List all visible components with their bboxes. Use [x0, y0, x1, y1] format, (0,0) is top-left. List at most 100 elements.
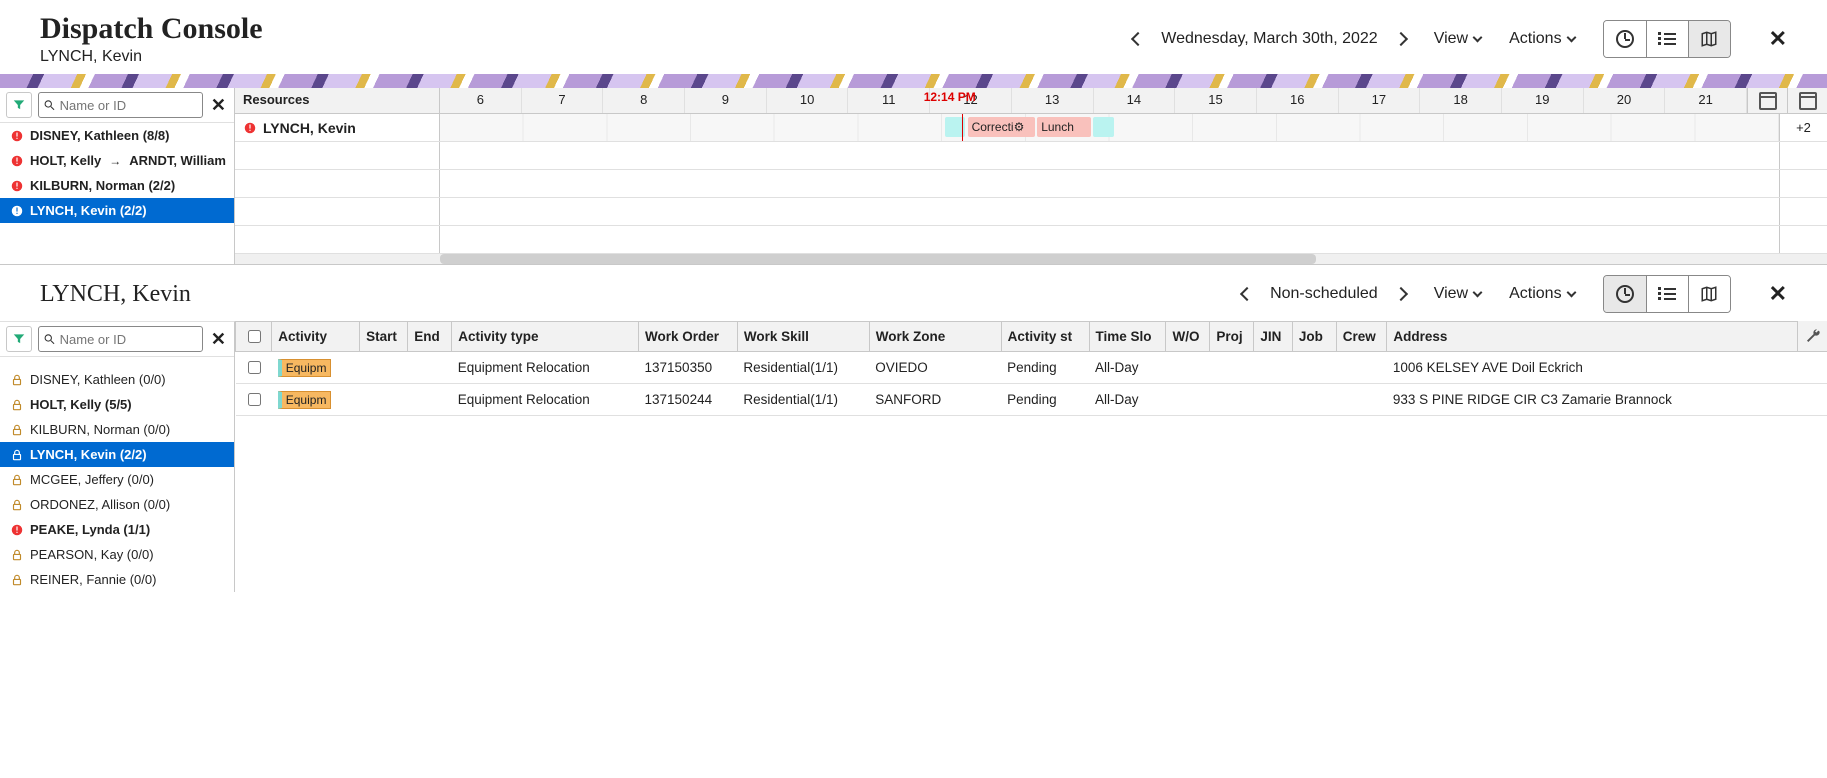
panel2-close-button[interactable]: ✕ [1769, 281, 1787, 307]
prev-day-button[interactable] [1131, 32, 1145, 46]
column-header[interactable]: Work Skill [737, 322, 869, 352]
map-view-button[interactable] [1688, 21, 1730, 57]
gantt-activity-block[interactable]: Lunch [1037, 117, 1091, 137]
resource-item-label: DISNEY, Kathleen (0/0) [30, 372, 166, 387]
panel2-view-menu-label: View [1434, 285, 1468, 303]
gantt-empty-row [235, 142, 1827, 170]
gantt-row: LYNCH, Kevin Correcti ⚙Lunch +2 [235, 114, 1827, 142]
gantt-empty-row [235, 198, 1827, 226]
column-header[interactable]: Address [1387, 322, 1827, 352]
cell-work-order: 137150244 [639, 384, 738, 416]
table-row[interactable]: EquipmEquipment Relocation137150244Resid… [236, 384, 1827, 416]
resource-item[interactable]: DISNEY, Kathleen (8/8) [0, 123, 234, 148]
resource-item-label: REINER, Fannie (0/0) [30, 572, 156, 587]
resource-item[interactable]: ORDONEZ, Allison (0/0) [0, 492, 234, 517]
column-header[interactable]: Work Zone [869, 322, 1001, 352]
select-all-checkbox[interactable] [248, 330, 261, 343]
cell-address: 1006 KELSEY AVE Doil Eckrich [1387, 352, 1827, 384]
gantt-hour: 21 [1665, 88, 1747, 113]
column-header[interactable]: Activity type [452, 322, 639, 352]
gantt-h-scrollbar[interactable] [235, 254, 1827, 264]
column-header[interactable]: Start [360, 322, 408, 352]
cell-work-zone: SANFORD [869, 384, 1001, 416]
gantt-cells[interactable]: Correcti ⚙Lunch [440, 114, 1779, 141]
resource-item[interactable]: LYNCH, Kevin (2/2) [0, 442, 234, 467]
resource-item[interactable]: MCGEE, Jeffery (0/0) [0, 467, 234, 492]
resource-item-label: DISNEY, Kathleen (8/8) [30, 128, 169, 143]
panel2-list-view-button[interactable] [1646, 276, 1688, 312]
gantt-overflow[interactable]: +2 [1779, 114, 1827, 141]
column-header[interactable]: Activity [272, 322, 360, 352]
column-header[interactable]: Work Order [639, 322, 738, 352]
list-icon [1658, 287, 1676, 301]
filter-button[interactable] [6, 92, 32, 118]
panel2-time-view-button[interactable] [1604, 276, 1646, 312]
panel2-map-view-button[interactable] [1688, 276, 1730, 312]
panel2-actions-menu-label: Actions [1509, 285, 1561, 303]
list-view-button[interactable] [1646, 21, 1688, 57]
resource-item[interactable]: REINER, Fannie (0/0) [0, 567, 234, 592]
resource-item [0, 357, 234, 367]
gantt-activity-block[interactable]: Correcti ⚙ [968, 117, 1035, 137]
resource-item[interactable]: KILBURN, Norman (2/2) [0, 173, 234, 198]
panel2-filter-button[interactable] [6, 326, 32, 352]
resource-item[interactable]: HOLT, Kelly (5/5) [0, 392, 234, 417]
actions-menu-label: Actions [1509, 30, 1561, 48]
activity-chip[interactable]: Equipm [278, 359, 332, 377]
gantt-hour: 18 [1420, 88, 1502, 113]
resource-item[interactable]: DISNEY, Kathleen (0/0) [0, 367, 234, 392]
column-header[interactable]: JIN [1254, 322, 1292, 352]
resource-item[interactable]: PEARSON, Kay (0/0) [0, 542, 234, 567]
search-box[interactable] [38, 92, 203, 118]
panel2-next-button[interactable] [1394, 287, 1408, 301]
next-day-button[interactable] [1394, 32, 1408, 46]
table-row[interactable]: EquipmEquipment Relocation137150350Resid… [236, 352, 1827, 384]
calendar-add-button[interactable] [1787, 88, 1827, 113]
search-icon [43, 332, 56, 346]
panel2-clear-search-button[interactable]: ✕ [209, 329, 228, 350]
gantt-hour: 11 [848, 88, 930, 113]
column-header[interactable] [236, 322, 272, 352]
lock-icon [10, 573, 24, 587]
resource-item-label: HOLT, Kelly (5/5) [30, 397, 132, 412]
column-header[interactable]: Crew [1336, 322, 1387, 352]
calendar-button[interactable] [1747, 88, 1787, 113]
wrench-icon [1805, 328, 1821, 344]
column-header[interactable]: Job [1292, 322, 1336, 352]
resource-item[interactable]: LYNCH, Kevin (2/2) [0, 198, 234, 223]
panel2-search-box[interactable] [38, 326, 203, 352]
alert-icon [243, 121, 257, 135]
lock-icon [10, 548, 24, 562]
panel2-actions-menu[interactable]: Actions [1509, 285, 1574, 303]
resource-item-label: KILBURN, Norman (2/2) [30, 178, 175, 193]
time-view-button[interactable] [1604, 21, 1646, 57]
resource-item[interactable]: KILBURN, Norman (0/0) [0, 417, 234, 442]
activity-chip[interactable]: Equipm [278, 391, 332, 409]
table-settings-button[interactable] [1797, 321, 1827, 351]
panel2-filter-label[interactable]: Non-scheduled [1270, 285, 1378, 303]
column-header[interactable]: End [408, 322, 452, 352]
panel2-search-input[interactable] [58, 331, 198, 348]
chevron-down-icon [1566, 32, 1576, 42]
panel2-view-menu[interactable]: View [1434, 285, 1481, 303]
close-button[interactable]: ✕ [1769, 26, 1787, 52]
gantt-block-label: Correcti [972, 120, 1014, 134]
clear-search-button[interactable]: ✕ [209, 95, 228, 116]
row-checkbox[interactable] [248, 393, 261, 406]
alert-icon [10, 179, 24, 193]
view-menu[interactable]: View [1434, 30, 1481, 48]
column-header[interactable]: Time Slo [1089, 322, 1166, 352]
column-header[interactable]: W/O [1166, 322, 1210, 352]
column-header[interactable]: Activity st [1001, 322, 1089, 352]
search-input[interactable] [58, 97, 198, 114]
gantt-row-resource[interactable]: LYNCH, Kevin [235, 114, 440, 141]
gantt-activity-block[interactable] [1093, 117, 1113, 137]
resource-item[interactable]: PEAKE, Lynda (1/1) [0, 517, 234, 542]
row-checkbox[interactable] [248, 361, 261, 374]
column-header[interactable]: Proj [1210, 322, 1254, 352]
resource-item[interactable]: HOLT, Kelly→ARNDT, William [0, 148, 234, 173]
actions-menu[interactable]: Actions [1509, 30, 1574, 48]
current-date[interactable]: Wednesday, March 30th, 2022 [1161, 30, 1377, 48]
cell-status: Pending [1001, 352, 1089, 384]
panel2-prev-button[interactable] [1240, 287, 1254, 301]
